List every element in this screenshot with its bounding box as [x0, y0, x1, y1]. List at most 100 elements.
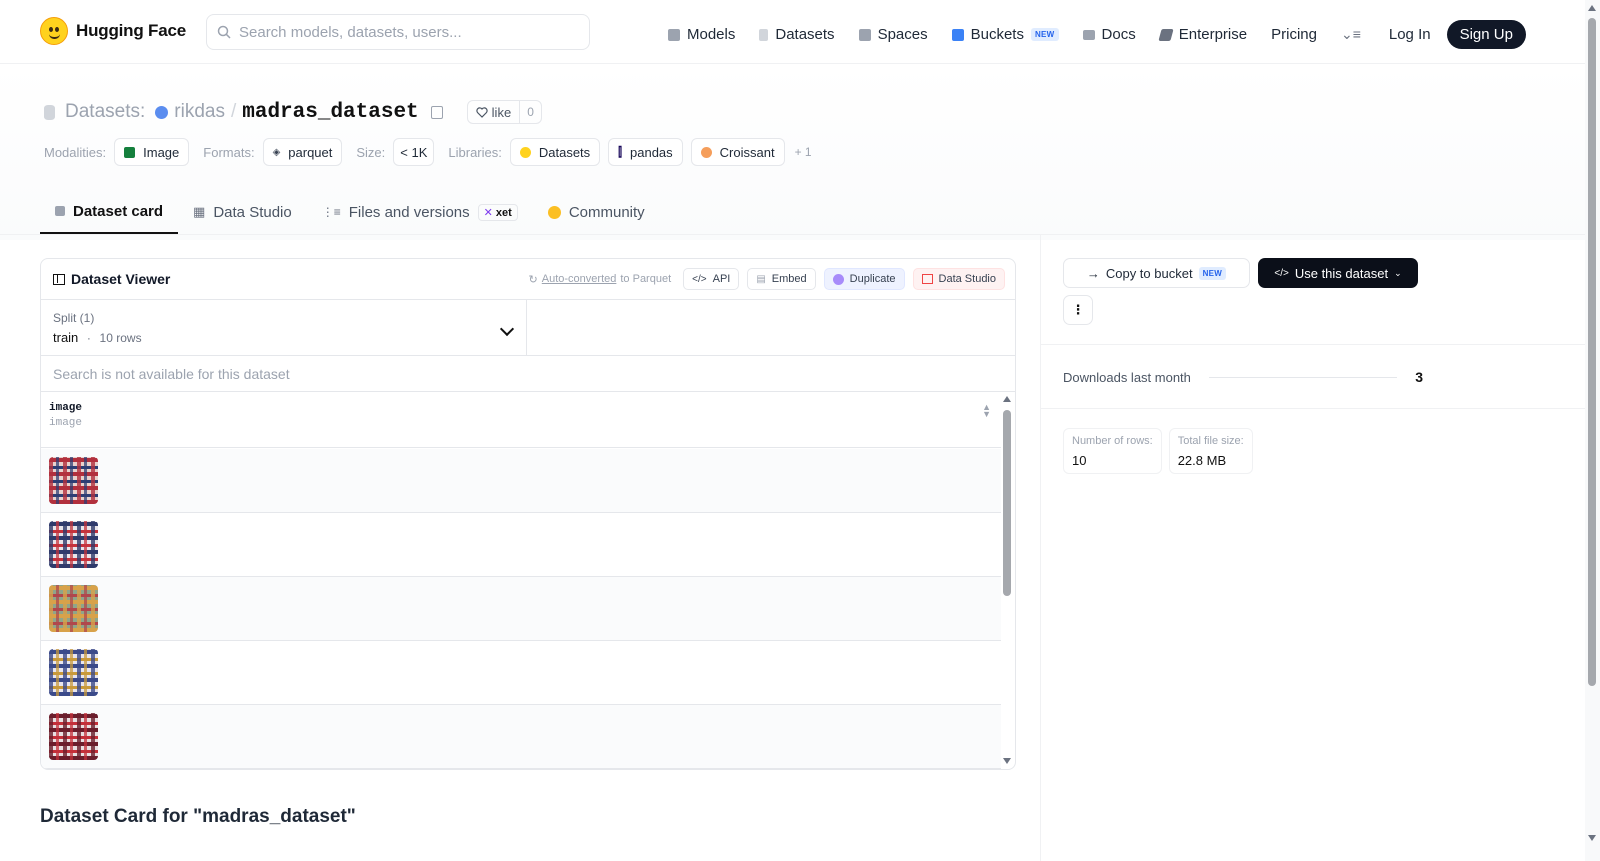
pandas-icon: ⫿ — [618, 144, 623, 159]
repo-header: Datasets: rikdas / madras_dataset like 0… — [0, 64, 1585, 240]
auto-converted-link[interactable]: Auto-converted — [542, 273, 617, 285]
downloads-sparkline — [1208, 376, 1398, 378]
table-row[interactable] — [41, 705, 1001, 769]
scroll-down-icon[interactable] — [1003, 758, 1011, 764]
library-chip-datasets[interactable]: Datasets — [509, 138, 601, 166]
tab-community[interactable]: Community — [533, 190, 660, 234]
viewer-title-text: Dataset Viewer — [71, 271, 171, 287]
search-input[interactable] — [239, 23, 559, 41]
use-dataset-label: Use this dataset — [1294, 265, 1389, 281]
split-value: train · 10 rows — [53, 330, 514, 345]
xet-label: xet — [495, 206, 512, 219]
files-icon: ⋮≡ — [321, 205, 341, 219]
column-name: image — [49, 402, 83, 414]
page-scrollbar[interactable] — [1585, 0, 1600, 861]
image-thumbnail[interactable] — [49, 713, 98, 760]
tab-data-studio[interactable]: ▦ Data Studio — [178, 190, 307, 234]
library-pandas-label: pandas — [630, 144, 673, 160]
sort-icon[interactable]: ▲ ▼ — [982, 403, 991, 419]
grid-icon — [53, 273, 65, 285]
repo-owner-link[interactable]: rikdas — [174, 101, 225, 123]
data-studio-button[interactable]: Data Studio — [912, 268, 1005, 290]
duplicate-button[interactable]: Duplicate — [823, 268, 905, 290]
table-row[interactable] — [41, 449, 1001, 513]
nav-buckets[interactable]: Buckets NEW — [951, 26, 1059, 43]
format-value: parquet — [288, 144, 333, 160]
nav-spaces[interactable]: Spaces — [858, 26, 928, 43]
dataset-card-icon — [55, 206, 65, 216]
image-thumbnail[interactable] — [49, 457, 98, 504]
table-row[interactable] — [41, 577, 1001, 641]
refresh-icon: ↻ — [528, 273, 538, 286]
brand-logo[interactable]: Hugging Face — [40, 17, 186, 45]
image-thumbnail[interactable] — [49, 649, 98, 696]
duplicate-label: Duplicate — [849, 273, 896, 285]
owner-avatar — [155, 105, 169, 119]
models-icon — [668, 28, 680, 41]
embed-button[interactable]: ▤ Embed — [747, 268, 816, 290]
stat-rows-value: 10 — [1072, 453, 1087, 468]
header-divider — [0, 234, 1585, 235]
copy-bucket-new-badge: NEW — [1198, 266, 1227, 280]
image-thumbnail[interactable] — [49, 521, 98, 568]
datasets-icon — [759, 28, 769, 41]
split-selector[interactable]: Split (1) train · 10 rows — [41, 300, 527, 355]
more-menu-icon[interactable]: ⌄≡ — [1341, 26, 1361, 43]
page-scroll-down-icon[interactable] — [1588, 835, 1596, 841]
table-row[interactable] — [41, 641, 1001, 705]
more-options-button[interactable]: ⋮ — [1063, 295, 1093, 325]
image-thumbnail[interactable] — [49, 585, 98, 632]
repo-title: Datasets: rikdas / madras_dataset like 0 — [44, 100, 542, 124]
column-header-image[interactable]: image image ▲ ▼ — [41, 392, 1001, 448]
api-label: API — [712, 273, 731, 285]
page-scroll-thumb[interactable] — [1588, 18, 1596, 686]
scroll-thumb[interactable] — [1003, 410, 1011, 596]
docs-icon — [1082, 29, 1095, 40]
repo-tabs: Dataset card ▦ Data Studio ⋮≡ Files and … — [40, 190, 660, 234]
parquet-icon: ◈ — [272, 146, 281, 158]
nav-datasets-label: Datasets — [775, 26, 835, 43]
dataset-icon — [44, 104, 55, 120]
library-croissant-label: Croissant — [719, 144, 775, 160]
nav-docs[interactable]: Docs — [1082, 26, 1136, 43]
column-type: image — [49, 417, 83, 429]
like-button[interactable]: like 0 — [466, 100, 542, 124]
viewer-scrollbar[interactable] — [1001, 396, 1013, 768]
use-dataset-button[interactable]: </> Use this dataset ⌄ — [1258, 258, 1418, 288]
path-separator: / — [230, 101, 237, 122]
global-search[interactable] — [206, 14, 590, 50]
sidebar-actions: → Copy to bucket NEW </> Use this datase… — [1063, 258, 1423, 288]
data-studio-label: Data Studio — [938, 273, 996, 285]
size-chip[interactable]: < 1K — [393, 138, 435, 166]
xet-badge: ✕ xet — [477, 203, 518, 221]
repo-type-link[interactable]: Datasets: — [65, 101, 145, 123]
more-libraries[interactable]: + 1 — [795, 145, 812, 159]
viewer-title: Dataset Viewer — [53, 271, 170, 287]
new-badge: NEW — [1030, 28, 1059, 41]
page-scroll-up-icon[interactable] — [1588, 5, 1596, 11]
api-button[interactable]: </> API — [683, 268, 740, 290]
copy-icon[interactable] — [430, 105, 443, 119]
scroll-up-icon[interactable] — [1003, 396, 1011, 402]
tab-dataset-card[interactable]: Dataset card — [40, 190, 179, 234]
table-row[interactable] — [41, 513, 1001, 577]
nav-enterprise[interactable]: Enterprise — [1158, 26, 1247, 43]
search-icon — [217, 25, 231, 39]
nav-pricing[interactable]: Pricing — [1271, 26, 1317, 43]
croissant-icon — [700, 146, 712, 158]
library-chip-pandas[interactable]: ⫿ pandas — [608, 138, 683, 166]
tab-files-versions[interactable]: ⋮≡ Files and versions ✕ xet — [307, 190, 533, 234]
repo-name[interactable]: madras_dataset — [242, 101, 418, 124]
nav-models[interactable]: Models — [668, 26, 735, 43]
copy-to-bucket-button[interactable]: → Copy to bucket NEW — [1063, 258, 1250, 288]
login-link[interactable]: Log In — [1389, 26, 1431, 43]
signup-button[interactable]: Sign Up — [1446, 20, 1526, 49]
nav-datasets[interactable]: Datasets — [759, 26, 835, 43]
library-chip-croissant[interactable]: Croissant — [690, 138, 785, 166]
format-chip[interactable]: ◈ parquet — [262, 138, 343, 166]
dataset-stats: Number of rows: 10 Total file size: 22.8… — [1063, 428, 1253, 474]
modality-chip[interactable]: Image — [114, 138, 190, 166]
spaces-icon — [858, 28, 871, 41]
table-icon: ▦ — [193, 204, 206, 219]
stat-filesize-value: 22.8 MB — [1177, 453, 1227, 468]
